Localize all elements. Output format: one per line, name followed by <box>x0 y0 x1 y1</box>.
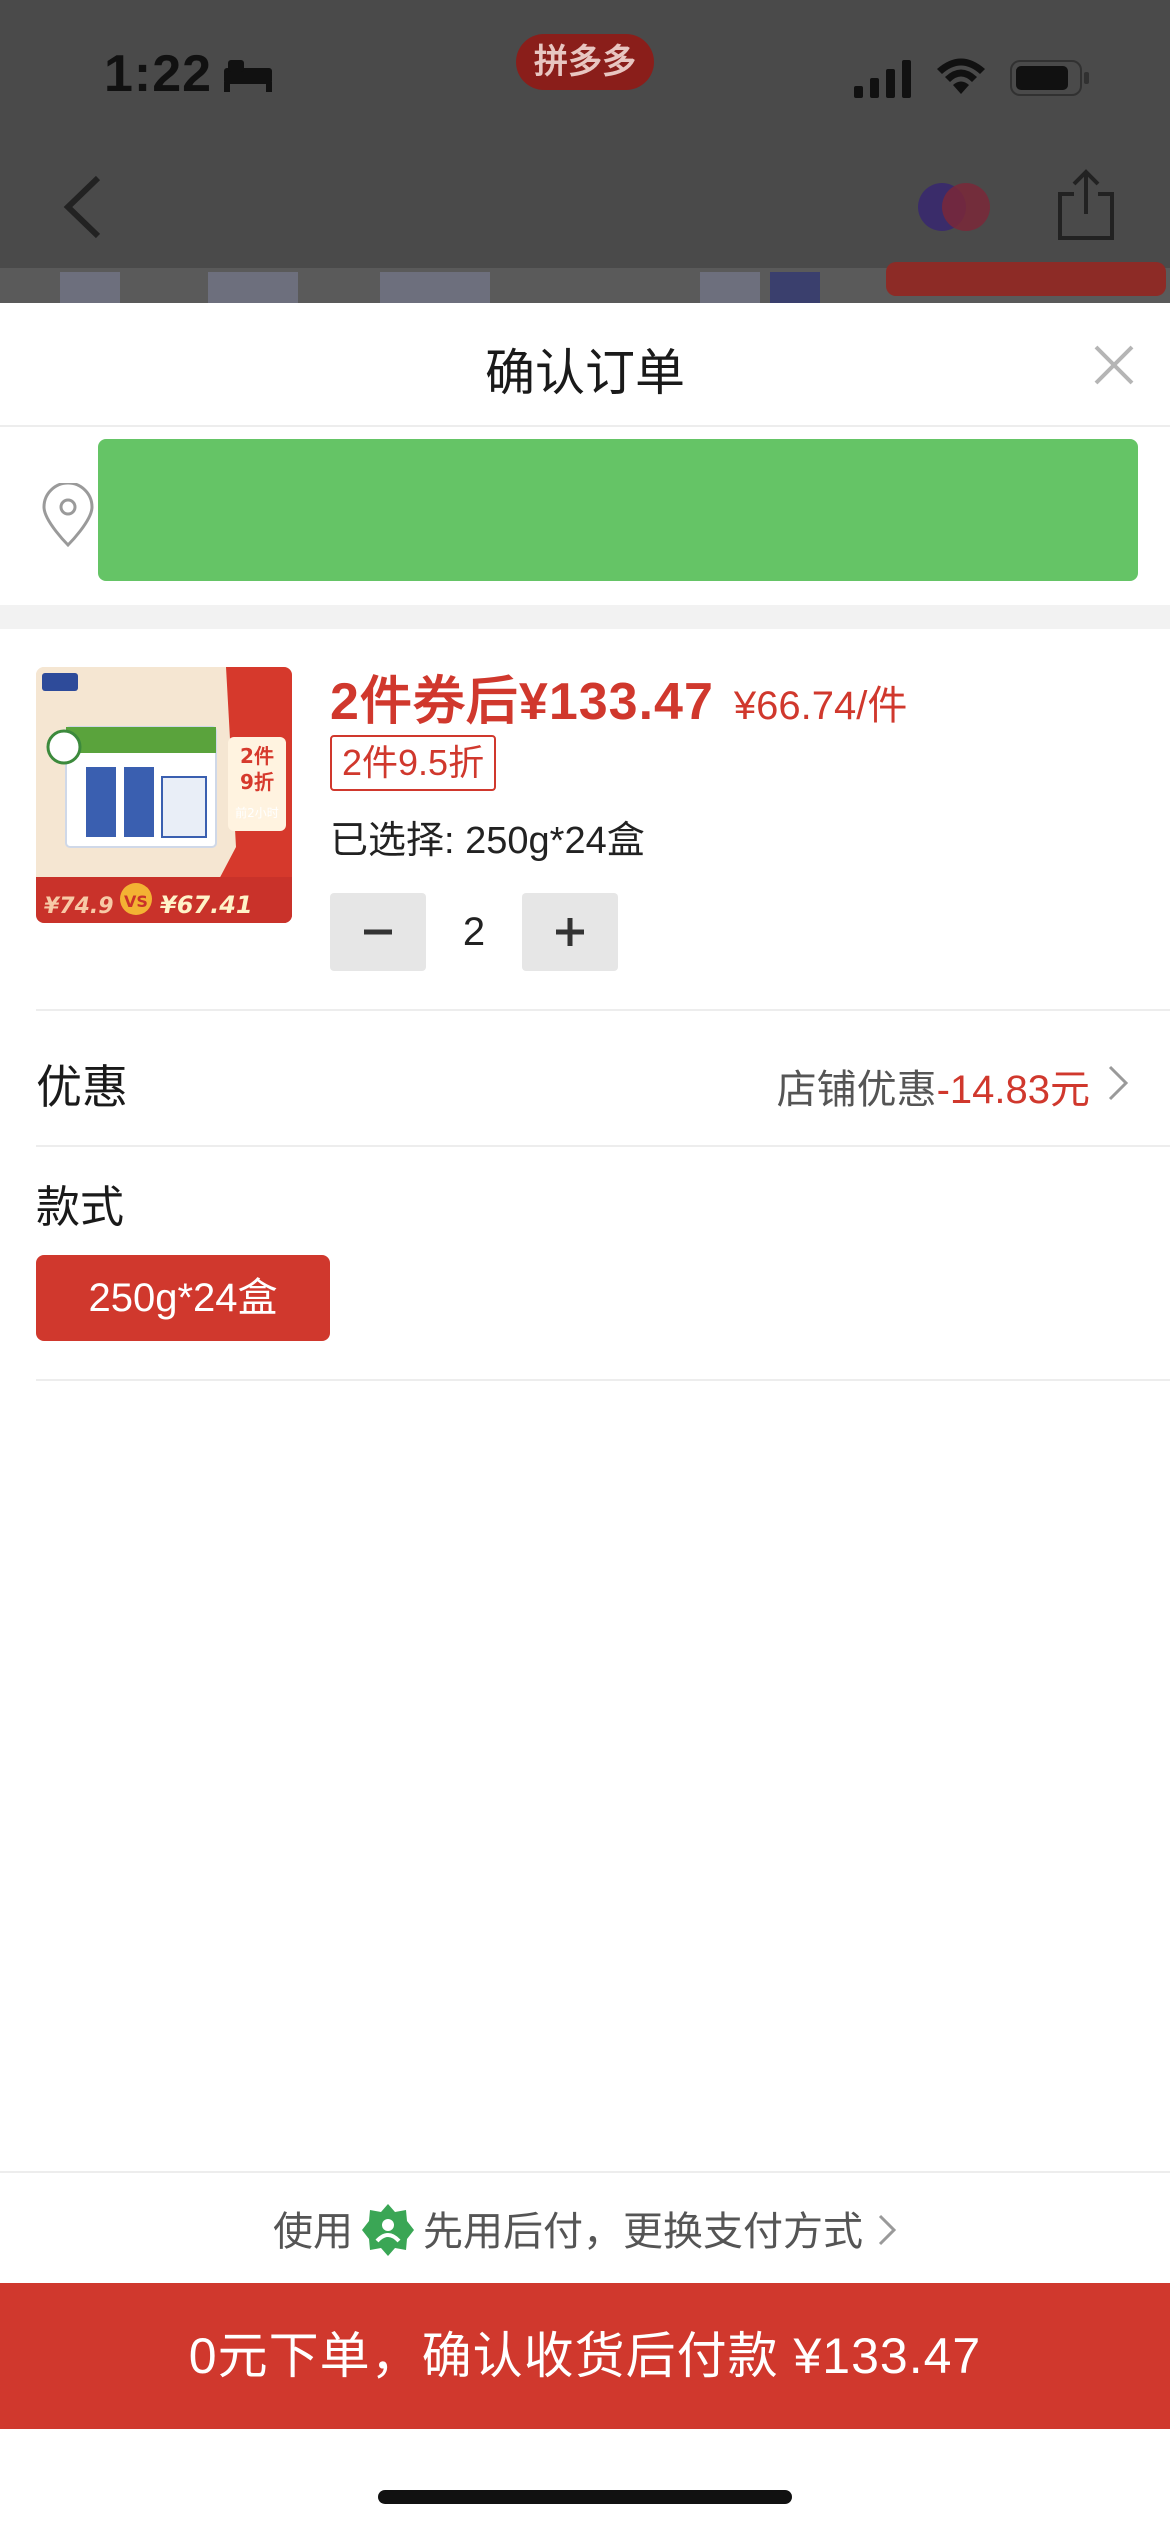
thumb-price-left: ¥74.9 <box>44 894 114 919</box>
location-pin-icon <box>42 483 94 547</box>
minus-icon <box>364 929 392 935</box>
pinduoduo-logo: 拼多多 <box>516 34 654 90</box>
status-time: 1:22 <box>104 45 213 103</box>
status-bar: 1:22 拼多多 <box>0 0 1170 150</box>
close-icon[interactable] <box>1092 343 1136 387</box>
price-line: 2件券后¥133.47 ¥66.74/件 <box>330 659 908 731</box>
sheet-title: 确认订单 <box>485 345 685 401</box>
share-icon[interactable] <box>1054 168 1118 242</box>
quantity-stepper: 2 <box>330 893 618 971</box>
section-gap <box>0 605 1170 629</box>
style-title: 款式 <box>36 1183 124 1232</box>
submit-order-button[interactable]: 0元下单，确认收货后付款 ¥133.47 <box>0 2283 1170 2429</box>
thumb-price-right: ¥67.41 <box>160 891 253 919</box>
sleep-focus-icon <box>224 60 272 92</box>
home-indicator <box>378 2490 792 2504</box>
increase-quantity-button[interactable] <box>522 893 618 971</box>
payment-suffix: 先用后付，更换支付方式 <box>423 2210 863 2254</box>
chevron-right-icon <box>878 2215 897 2246</box>
product-image: 2件 9折 前2小时 ¥74.9 VS ¥67.41 <box>36 667 292 923</box>
product-thumbnail: 2件 9折 前2小时 ¥74.9 VS ¥67.41 <box>36 667 292 923</box>
product-section: 2件 9折 前2小时 ¥74.9 VS ¥67.41 2件券后¥133.47 ¥6… <box>0 629 1170 1009</box>
plus-icon <box>556 918 584 946</box>
discount-amount: -14.83元 <box>936 1068 1090 1112</box>
address-row[interactable] <box>0 427 1170 605</box>
strip-image <box>208 272 298 303</box>
strip-badge <box>886 262 1166 296</box>
back-arrow-icon[interactable] <box>58 172 108 242</box>
thumb-vs: VS <box>124 892 148 911</box>
thumb-badge-line1: 2件 <box>240 744 274 768</box>
cellular-signal-icon <box>854 60 911 98</box>
discount-name: 店铺优惠 <box>776 1068 937 1112</box>
style-option-chip[interactable]: 250g*24盒 <box>36 1255 330 1341</box>
unit-price: ¥66.74/件 <box>733 684 908 728</box>
battery-icon <box>1010 60 1089 96</box>
strip-image <box>60 272 120 303</box>
payment-prefix: 使用 <box>273 2210 353 2254</box>
confirm-order-sheet: 确认订单 2件 9折 前2小时 ¥74.9 VS ¥67.41 2件券后¥133… <box>0 303 1170 2532</box>
payment-method-row[interactable]: 使用 先用后付，更换支付方式 <box>0 2171 1170 2283</box>
discount-row[interactable]: 优惠 店铺优惠-14.83元 <box>0 1011 1170 1145</box>
selected-spec: 已选择: 250g*24盒 <box>330 820 645 862</box>
pay-later-badge-icon <box>362 2204 414 2257</box>
thumb-badge-line2: 9折 <box>240 770 274 794</box>
discount-label: 优惠 <box>36 1061 128 1113</box>
strip-image <box>770 272 820 303</box>
strip-image <box>700 272 760 303</box>
divider <box>36 1145 1170 1147</box>
promo-tag: 2件9.5折 <box>330 735 497 791</box>
discount-value: 店铺优惠-14.83元 <box>777 1057 1090 1115</box>
thumb-badge-line3: 前2小时 <box>235 805 279 820</box>
coupon-price: 2件券后¥133.47 <box>330 673 714 731</box>
wifi-icon <box>937 58 985 94</box>
divider <box>36 1379 1170 1381</box>
decrease-quantity-button[interactable] <box>330 893 426 971</box>
strip-image <box>380 272 490 303</box>
payment-method-text: 使用 先用后付，更换支付方式 <box>0 2199 1170 2261</box>
quantity-value[interactable]: 2 <box>426 893 522 971</box>
sheet-header: 确认订单 <box>0 303 1170 427</box>
background-overlay: 1:22 拼多多 <box>0 0 1170 303</box>
chevron-right-icon <box>1108 1065 1129 1101</box>
avatar-icon[interactable] <box>916 180 992 234</box>
address-redacted-block <box>98 439 1138 581</box>
